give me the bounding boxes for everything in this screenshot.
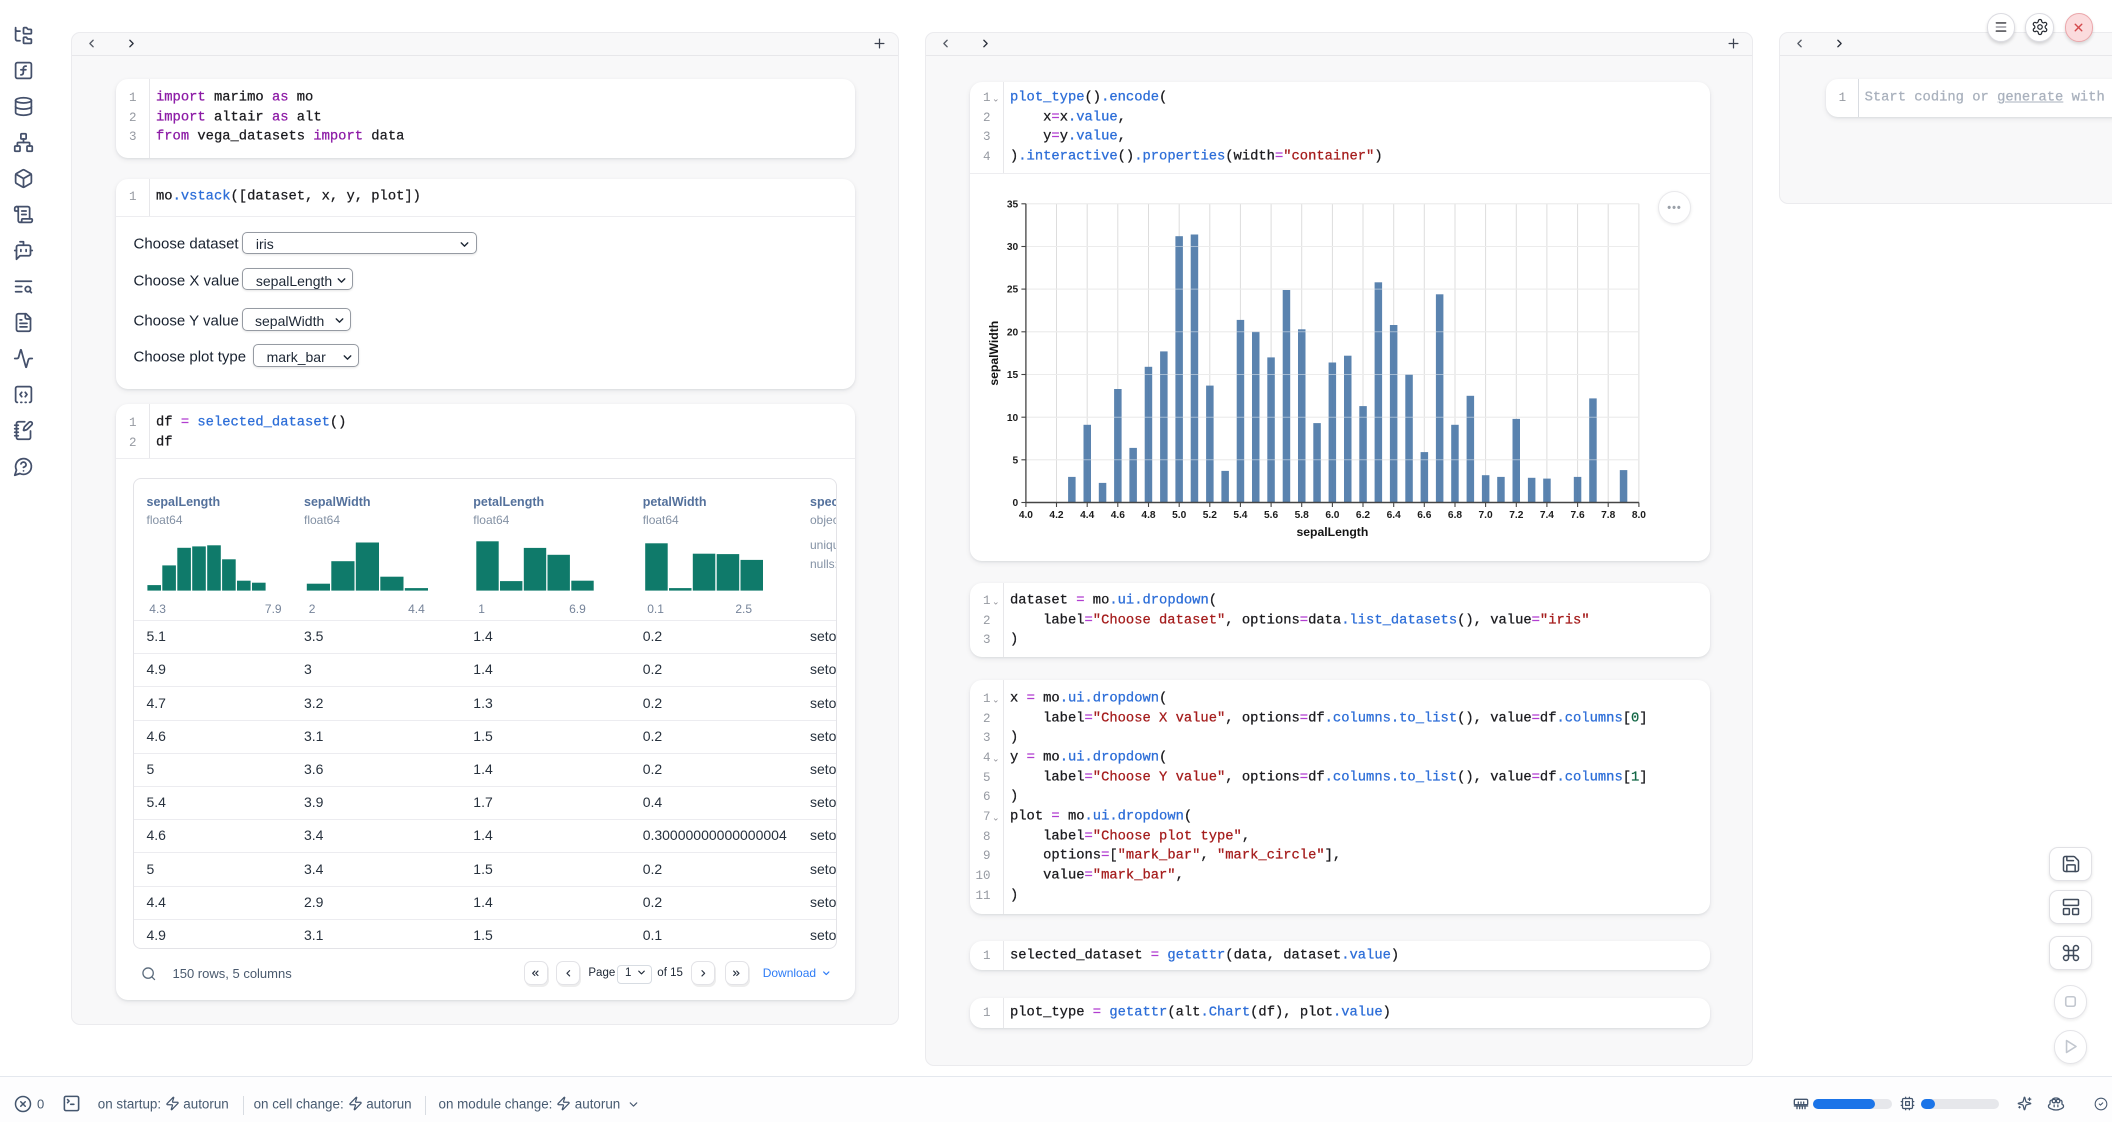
svg-text:8.0: 8.0 (1632, 510, 1646, 521)
svg-text:7.0: 7.0 (1479, 510, 1493, 521)
svg-text:7.6: 7.6 (1571, 510, 1585, 521)
svg-text:4.8: 4.8 (1141, 510, 1155, 521)
svg-text:4.2: 4.2 (1049, 510, 1063, 521)
svg-text:5.0: 5.0 (1172, 510, 1186, 521)
svg-text:sepalWidth: sepalWidth (987, 321, 1001, 386)
svg-text:30: 30 (1007, 242, 1019, 253)
svg-text:10: 10 (1007, 413, 1019, 424)
svg-text:4.0: 4.0 (1019, 510, 1033, 521)
svg-text:7.4: 7.4 (1540, 510, 1554, 521)
svg-text:6.0: 6.0 (1325, 510, 1339, 521)
svg-text:6.2: 6.2 (1356, 510, 1370, 521)
svg-text:25: 25 (1007, 285, 1019, 296)
svg-text:4.6: 4.6 (1111, 510, 1125, 521)
svg-text:15: 15 (1007, 370, 1019, 381)
svg-text:7.2: 7.2 (1509, 510, 1523, 521)
svg-text:sepalLength: sepalLength (1297, 525, 1369, 539)
svg-text:5: 5 (1013, 455, 1019, 466)
svg-text:35: 35 (1007, 199, 1019, 210)
svg-text:7.8: 7.8 (1601, 510, 1615, 521)
svg-text:5.6: 5.6 (1264, 510, 1278, 521)
svg-text:5.2: 5.2 (1203, 510, 1217, 521)
svg-text:5.4: 5.4 (1233, 510, 1247, 521)
svg-text:6.8: 6.8 (1448, 510, 1462, 521)
svg-text:6.6: 6.6 (1417, 510, 1431, 521)
svg-text:20: 20 (1007, 327, 1019, 338)
svg-text:4.4: 4.4 (1080, 510, 1094, 521)
svg-text:5.8: 5.8 (1295, 510, 1309, 521)
svg-text:6.4: 6.4 (1387, 510, 1401, 521)
svg-text:0: 0 (1013, 498, 1019, 509)
